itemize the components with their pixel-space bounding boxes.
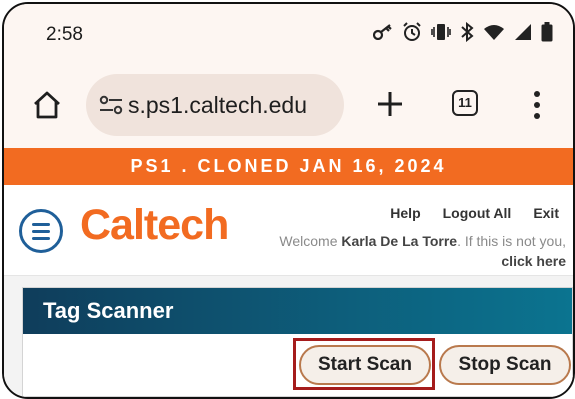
caltech-logo[interactable]: Caltech	[80, 201, 229, 250]
status-time: 2:58	[46, 24, 83, 45]
tag-scanner-panel: Tag Scanner Start Scan Stop Scan	[22, 287, 573, 397]
header-links: Help Logout All Exit	[390, 205, 559, 221]
browser-toolbar: s.ps1.caltech.edu 11	[4, 62, 573, 148]
site-settings-icon[interactable]	[98, 93, 124, 117]
address-bar[interactable]: s.ps1.caltech.edu	[86, 74, 344, 136]
battery-icon	[541, 22, 553, 47]
more-vert-icon	[534, 91, 540, 119]
plus-icon	[378, 92, 402, 116]
environment-banner: PS1 . CLONED JAN 16, 2024	[4, 148, 573, 185]
phone-frame: 2:58 s.ps1.caltech.edu 11 PS1 . CLONED J…	[2, 2, 575, 399]
tab-switcher-button[interactable]: 11	[452, 90, 478, 116]
wifi-icon	[483, 24, 505, 46]
panel-title: Tag Scanner	[23, 288, 572, 334]
stop-scan-button[interactable]: Stop Scan	[439, 345, 571, 385]
welcome-message: Welcome Karla De La Torre. If this is no…	[266, 231, 566, 271]
hamburger-menu-button[interactable]	[19, 209, 63, 253]
key-icon	[372, 24, 393, 45]
user-name: Karla De La Torre	[341, 233, 458, 249]
logout-all-link[interactable]: Logout All	[443, 205, 512, 221]
help-link[interactable]: Help	[390, 205, 420, 221]
home-button[interactable]	[30, 88, 64, 122]
vibrate-icon	[431, 23, 451, 46]
menu-line	[32, 237, 50, 240]
content-area: Tag Scanner Start Scan Stop Scan	[4, 276, 573, 397]
alarm-icon	[402, 22, 422, 47]
welcome-mid: . If this is not you,	[457, 233, 566, 249]
highlight-box	[293, 338, 435, 390]
menu-line	[32, 223, 50, 226]
exit-link[interactable]: Exit	[533, 205, 559, 221]
click-here-link[interactable]: click here	[501, 253, 566, 269]
status-bar: 2:58	[4, 4, 573, 62]
welcome-prefix: Welcome	[279, 233, 342, 249]
home-icon	[34, 91, 60, 119]
bluetooth-icon	[460, 21, 474, 47]
url-text: s.ps1.caltech.edu	[128, 92, 308, 118]
site-header: Caltech Help Logout All Exit Welcome Kar…	[4, 185, 573, 276]
menu-line	[32, 230, 50, 233]
status-icons	[372, 21, 553, 47]
signal-icon	[514, 23, 532, 46]
new-tab-button[interactable]	[374, 88, 406, 120]
more-menu-button[interactable]	[532, 90, 542, 120]
